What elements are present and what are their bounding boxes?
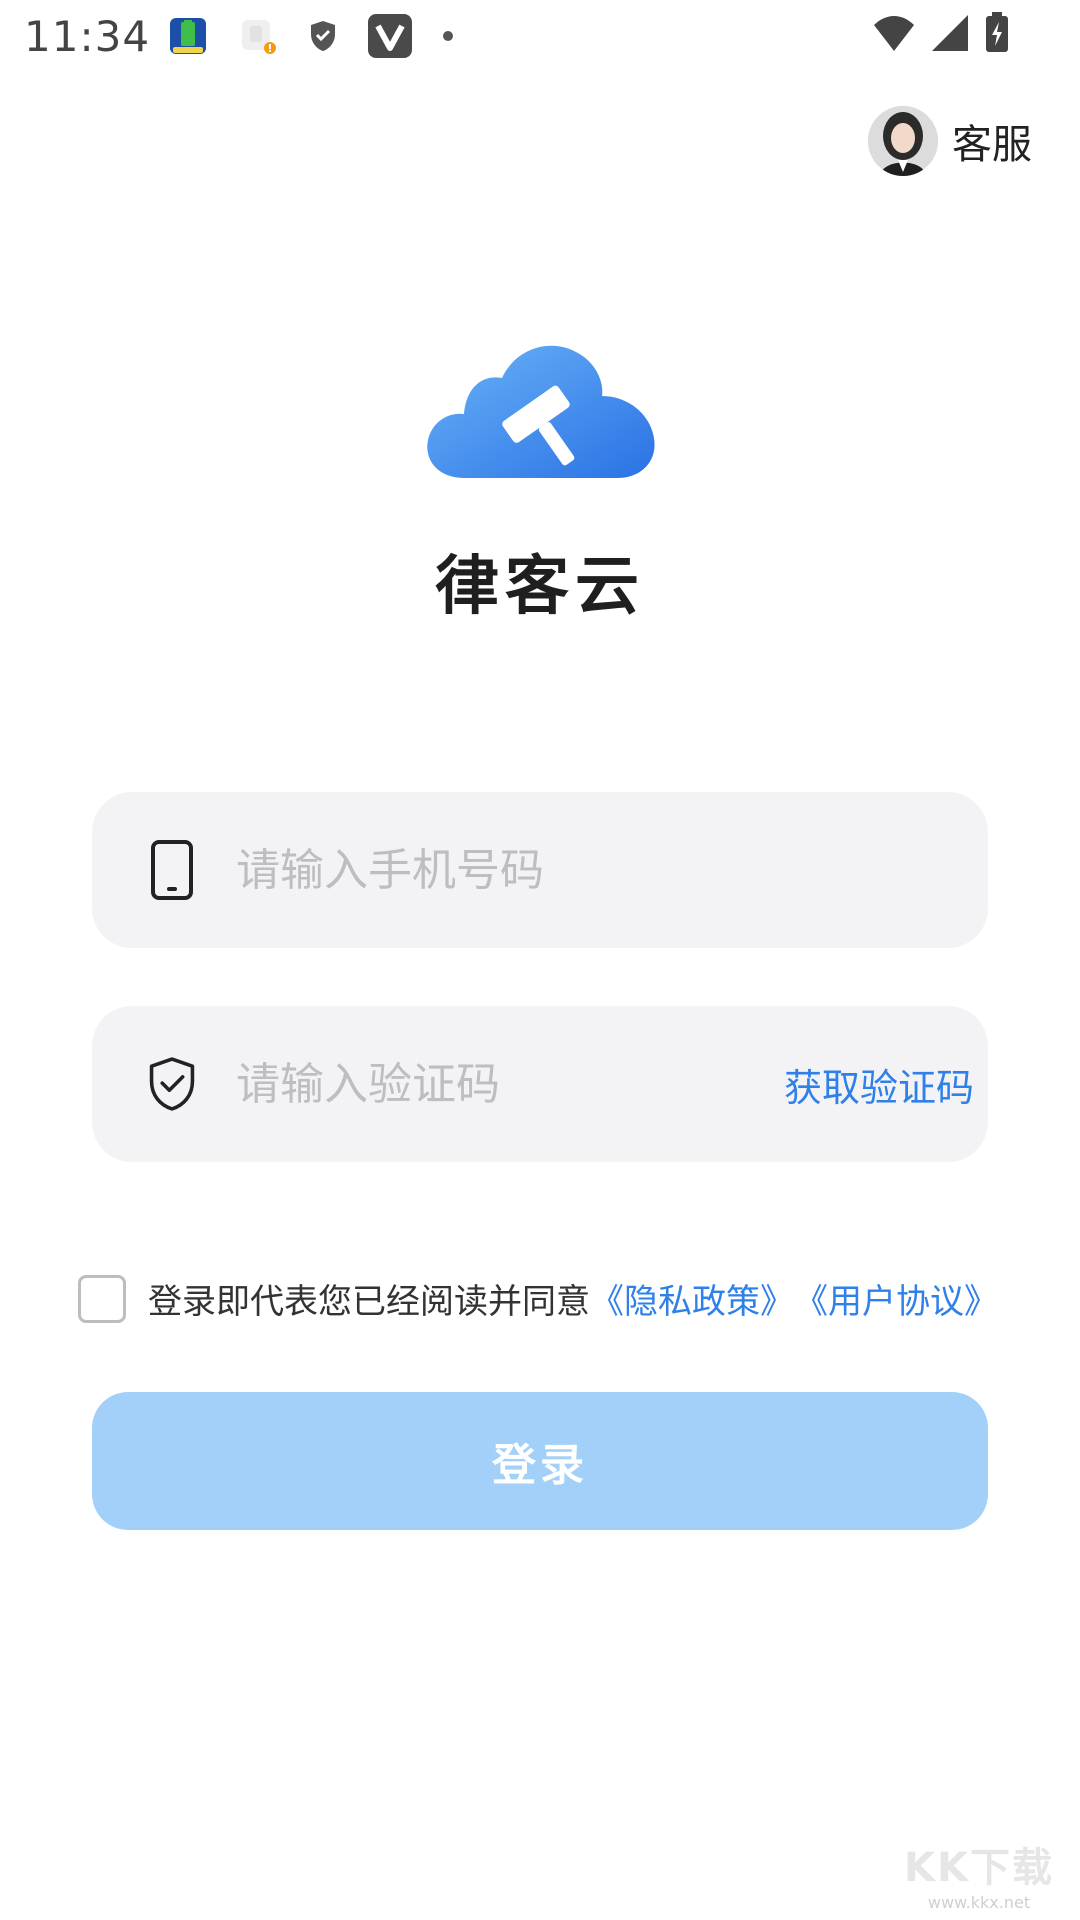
customer-service-label: 客服 (952, 122, 1032, 168)
phone-input[interactable] (236, 844, 932, 896)
dot-icon (442, 30, 454, 42)
wifi-icon (872, 13, 916, 57)
login-button[interactable]: 登录 (92, 1392, 988, 1530)
status-right-icons (872, 12, 1010, 58)
watermark: KK下载 www.kkx.net (904, 1835, 1054, 1912)
battery-charging-icon (984, 12, 1010, 58)
shield-icon (308, 19, 338, 53)
privacy-policy-link[interactable]: 《隐私政策》 (590, 1274, 794, 1323)
app-name: 律客云 (435, 550, 645, 624)
cloud-gavel-logo (424, 338, 656, 486)
vpn-v-icon (368, 14, 413, 58)
phone-field[interactable] (92, 792, 988, 948)
agreement-checkbox[interactable] (78, 1274, 126, 1323)
phone-icon (148, 838, 196, 902)
agreement-row: 登录即代表您已经阅读并同意 《隐私政策》 《用户协议》 (78, 1274, 1038, 1323)
customer-service-button[interactable]: 客服 (868, 106, 1032, 176)
watermark-url: www.kkx.net (927, 1893, 1031, 1912)
status-time: 11:34 (24, 11, 151, 61)
code-field[interactable]: 获取验证码 (92, 1006, 988, 1162)
battery-app-icon (168, 16, 208, 56)
user-agreement-link[interactable]: 《用户协议》 (794, 1274, 998, 1323)
agreement-text: 登录即代表您已经阅读并同意 (148, 1282, 590, 1322)
watermark-text: KK下载 (904, 1845, 1054, 1891)
status-bar: 11:34 (0, 0, 1080, 72)
avatar (868, 106, 938, 176)
get-code-button[interactable]: 获取验证码 (784, 1057, 974, 1112)
code-input[interactable] (236, 1058, 784, 1110)
notification-app-icon (238, 16, 278, 56)
shield-check-icon (148, 1052, 196, 1116)
cellular-signal-icon (930, 13, 970, 57)
login-screen: 11:34 客服 律客云 请输入手机号码 请输入验证码 获取验证码 登录即代表您… (0, 0, 1080, 1920)
